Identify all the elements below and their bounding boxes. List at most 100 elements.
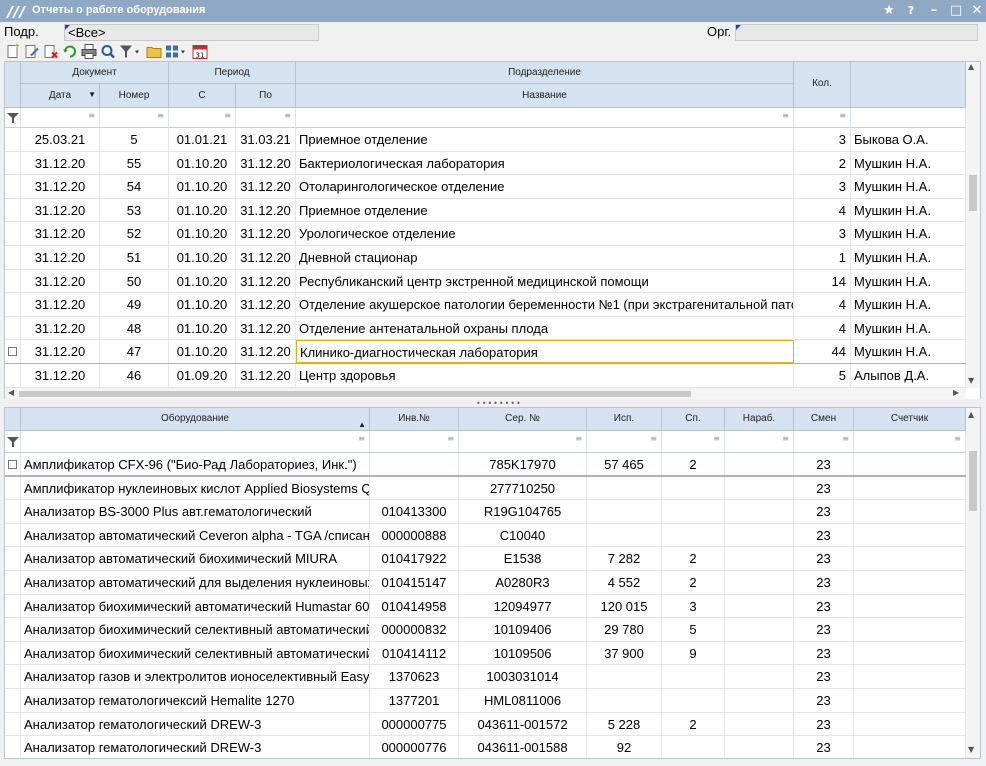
col-header-to[interactable]: По <box>236 84 296 108</box>
cell-equip[interactable]: Амплификатор CFX-96 ("Био-Рад Лаборатори… <box>21 453 370 475</box>
documents-vscroll[interactable]: ▲ ▼ <box>966 62 980 388</box>
cell-isp[interactable] <box>587 500 662 523</box>
cell-from[interactable]: 01.09.20 <box>169 364 236 387</box>
cell-narab[interactable] <box>725 523 794 547</box>
cell-ser[interactable]: 1003031014 <box>459 665 587 688</box>
filter-equip[interactable]: ≡ <box>21 431 370 453</box>
cell-smen[interactable]: 23 <box>794 618 854 641</box>
row-indicator[interactable] <box>5 340 21 363</box>
cell-sp[interactable]: 2 <box>662 547 725 570</box>
table-row[interactable]: Амплификатор CFX-96 ("Био-Рад Лаборатори… <box>5 453 966 477</box>
cell-ser[interactable]: 12094977 <box>459 594 587 618</box>
cell-to[interactable]: 31.12.20 <box>236 364 296 387</box>
col-header-narab[interactable]: Нараб. <box>725 408 794 431</box>
col-header-isp[interactable]: Исп. <box>587 408 662 431</box>
row-indicator[interactable] <box>5 293 21 316</box>
cell-kol[interactable]: 1 <box>794 246 851 269</box>
cell-to[interactable]: 31.12.20 <box>236 316 296 340</box>
row-indicator[interactable] <box>5 571 21 594</box>
cell-date[interactable]: 31.12.20 <box>21 175 100 198</box>
cell-ser[interactable]: 785K17970 <box>459 453 587 475</box>
cell-counter[interactable] <box>854 665 966 688</box>
cell-counter[interactable] <box>854 641 966 665</box>
cell-to[interactable]: 31.12.20 <box>236 198 296 222</box>
col-header-ser[interactable]: Сер. № <box>459 408 587 431</box>
cell-equip[interactable]: Анализатор биохимический селективный авт… <box>21 618 370 641</box>
row-indicator[interactable] <box>5 453 21 475</box>
search-icon[interactable] <box>100 43 116 60</box>
cell-isp[interactable]: 29 780 <box>587 618 662 641</box>
cell-name[interactable]: Урологическое отделение <box>296 222 794 245</box>
cell-to[interactable]: 31.12.20 <box>236 293 296 316</box>
row-indicator[interactable] <box>5 151 21 175</box>
cell-ser[interactable]: E1538 <box>459 547 587 570</box>
cell-to[interactable]: 31.12.20 <box>236 175 296 198</box>
cell-inv[interactable]: 000000832 <box>370 618 459 641</box>
cell-kol[interactable]: 3 <box>794 175 851 198</box>
cell-name[interactable]: Отделение акушерское патологии беременно… <box>296 293 794 316</box>
cell-from[interactable]: 01.10.20 <box>169 151 236 175</box>
cell-narab[interactable] <box>725 665 794 688</box>
scroll-right-icon[interactable]: ▶ <box>953 388 959 397</box>
cell-kol[interactable]: 14 <box>794 269 851 293</box>
scroll-thumb[interactable] <box>969 451 977 511</box>
cell-inv[interactable] <box>370 476 459 500</box>
cell-from[interactable]: 01.10.20 <box>169 269 236 293</box>
equipment-vscroll[interactable]: ▲ ▼ <box>966 408 980 758</box>
cell-counter[interactable] <box>854 500 966 523</box>
cell-date[interactable]: 25.03.21 <box>21 128 100 151</box>
cell-sp[interactable]: 9 <box>662 641 725 665</box>
table-row[interactable]: Анализатор автоматический Ceveron alpha … <box>5 523 966 548</box>
cell-num[interactable]: 54 <box>100 175 169 198</box>
table-row[interactable]: Анализатор биохимический автоматический … <box>5 594 966 619</box>
cell-equip[interactable]: Анализатор биохимический автоматический … <box>21 594 370 618</box>
filter-ser[interactable]: ≡ <box>459 431 587 453</box>
podr-field[interactable]: <Все> <box>64 24 319 41</box>
cell-from[interactable]: 01.10.20 <box>169 222 236 245</box>
cell-kol[interactable]: 3 <box>794 128 851 151</box>
col-header-sp[interactable]: Сп. <box>662 408 725 431</box>
table-row[interactable]: Анализатор автоматический биохимический … <box>5 547 966 571</box>
cell-name[interactable]: Отделение антенатальной охраны плода <box>296 316 794 340</box>
cell-kol[interactable]: 4 <box>794 293 851 316</box>
cell-ser[interactable]: C10040 <box>459 523 587 547</box>
col-header-user[interactable] <box>851 62 966 108</box>
filter-narab[interactable]: ≡ <box>725 431 794 453</box>
cell-inv[interactable]: 010417922 <box>370 547 459 570</box>
cell-narab[interactable] <box>725 736 794 758</box>
cell-smen[interactable]: 23 <box>794 641 854 665</box>
row-indicator[interactable] <box>5 618 21 641</box>
cell-inv[interactable]: 1370623 <box>370 665 459 688</box>
cell-num[interactable]: 47 <box>100 340 169 363</box>
col-header-counter[interactable]: Счетчик <box>854 408 966 431</box>
cell-counter[interactable] <box>854 618 966 641</box>
cell-sp[interactable] <box>662 523 725 547</box>
table-row[interactable]: Анализатор биохимический селективный авт… <box>5 618 966 642</box>
cell-narab[interactable] <box>725 618 794 641</box>
cell-isp[interactable] <box>587 523 662 547</box>
cell-name[interactable]: Приемное отделение <box>296 128 794 151</box>
cell-user[interactable]: Мушкин Н.А. <box>851 175 966 198</box>
filter-counter[interactable]: ≡ <box>854 431 966 453</box>
cell-narab[interactable] <box>725 476 794 500</box>
cell-name[interactable]: Приемное отделение <box>296 198 794 222</box>
cell-date[interactable]: 31.12.20 <box>21 316 100 340</box>
cell-ser[interactable]: 277710250 <box>459 476 587 500</box>
cell-isp[interactable] <box>587 665 662 688</box>
table-row[interactable]: Анализатор гематологический DREW-3 000000… <box>5 736 966 758</box>
cell-date[interactable]: 31.12.20 <box>21 293 100 316</box>
cell-kol[interactable]: 4 <box>794 198 851 222</box>
delete-doc-icon[interactable] <box>43 43 59 60</box>
row-indicator[interactable] <box>5 594 21 618</box>
cell-counter[interactable] <box>854 594 966 618</box>
scroll-up-icon[interactable]: ▲ <box>968 410 974 419</box>
cell-inv[interactable]: 010414958 <box>370 594 459 618</box>
cell-equip[interactable]: Анализатор гематологический DREW-3 <box>21 736 370 758</box>
table-row[interactable]: Анализатор гематологичексий Hemalite 127… <box>5 689 966 713</box>
cell-counter[interactable] <box>854 571 966 594</box>
cell-sp[interactable]: 3 <box>662 594 725 618</box>
cell-user[interactable]: Мушкин Н.А. <box>851 198 966 222</box>
cell-num[interactable]: 50 <box>100 269 169 293</box>
cell-ser[interactable]: 043611-001588 <box>459 736 587 758</box>
cell-kol[interactable]: 4 <box>794 316 851 340</box>
